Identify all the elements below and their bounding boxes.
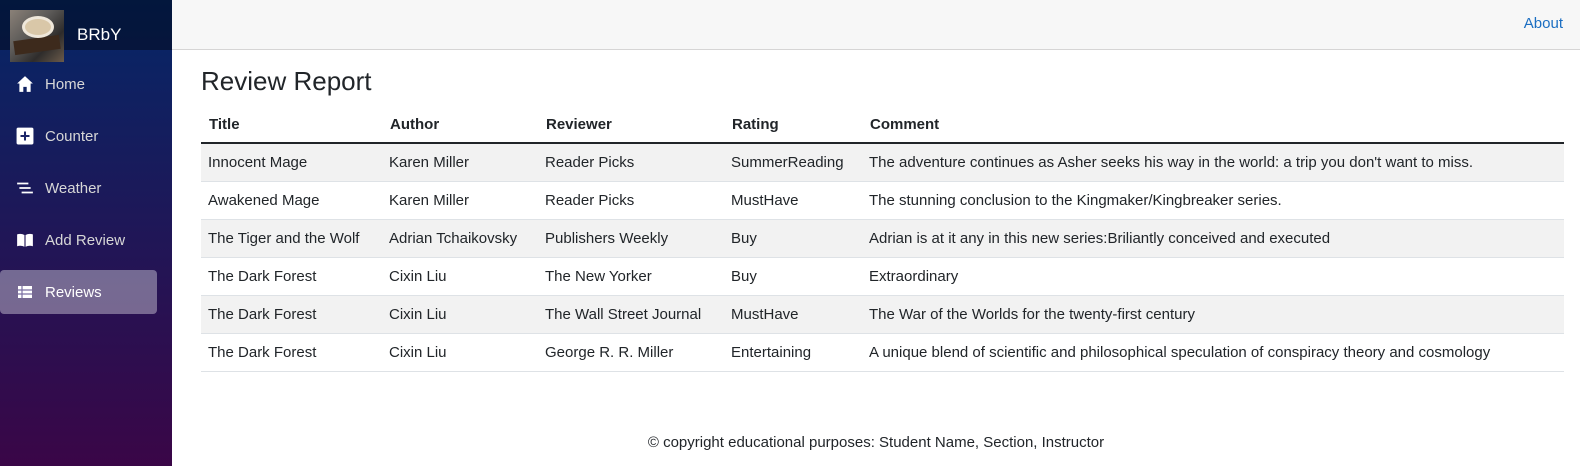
cell-comment: The adventure continues as Asher seeks h…: [862, 143, 1564, 182]
app-root: BRbY Home Counter Weather Add Review Rev…: [0, 0, 1580, 466]
cell-rating: MustHave: [724, 181, 862, 220]
cell-comment: The War of the Worlds for the twenty-fir…: [862, 295, 1564, 334]
cell-reviewer: Reader Picks: [538, 143, 724, 182]
page-title: Review Report: [201, 66, 372, 96]
table-row: Awakened Mage Karen Miller Reader Picks …: [201, 181, 1564, 220]
cell-comment: A unique blend of scientific and philoso…: [862, 333, 1564, 372]
nav-menu: Home Counter Weather Add Review Reviews: [0, 62, 172, 322]
cell-reviewer: The New Yorker: [538, 257, 724, 296]
cell-author: Cixin Liu: [382, 257, 538, 296]
nav-item-label: Add Review: [45, 231, 126, 249]
cell-title: Innocent Mage: [201, 143, 382, 182]
brand-bar: BRbY: [0, 0, 172, 62]
cell-rating: Entertaining: [724, 333, 862, 372]
table-row: The Dark Forest Cixin Liu The Wall Stree…: [201, 295, 1564, 334]
table-header: Title Author Reviewer Rating Comment: [201, 106, 1564, 144]
book-icon: [15, 231, 34, 250]
cell-author: Karen Miller: [382, 143, 538, 182]
column-header-title: Title: [201, 106, 382, 144]
cell-title: The Tiger and the Wolf: [201, 219, 382, 258]
cell-reviewer: Publishers Weekly: [538, 219, 724, 258]
logo-cup-shape: [22, 16, 54, 38]
sidebar: BRbY Home Counter Weather Add Review Rev…: [0, 0, 172, 466]
nav-item-weather[interactable]: Weather: [0, 166, 157, 210]
list-icon: [15, 179, 34, 198]
cell-rating: Buy: [724, 219, 862, 258]
home-icon: [15, 75, 34, 94]
nav-item-counter[interactable]: Counter: [0, 114, 157, 158]
about-link[interactable]: About: [1524, 15, 1563, 32]
reviews-table: Title Author Reviewer Rating Comment Inn…: [201, 106, 1564, 372]
cell-reviewer: George R. R. Miller: [538, 333, 724, 372]
cell-title: The Dark Forest: [201, 257, 382, 296]
main-area: About Review Report Title Author Reviewe…: [172, 0, 1580, 466]
cell-title: The Dark Forest: [201, 295, 382, 334]
nav-item-reviews[interactable]: Reviews: [0, 270, 157, 314]
page-content: Review Report Title Author Reviewer Rati…: [201, 50, 1564, 372]
table-header-row: Title Author Reviewer Rating Comment: [201, 106, 1564, 144]
cell-reviewer: The Wall Street Journal: [538, 295, 724, 334]
cell-reviewer: Reader Picks: [538, 181, 724, 220]
brand-name[interactable]: BRbY: [77, 25, 121, 45]
cell-author: Adrian Tchaikovsky: [382, 219, 538, 258]
cell-rating: SummerReading: [724, 143, 862, 182]
column-header-author: Author: [382, 106, 538, 144]
cell-author: Karen Miller: [382, 181, 538, 220]
table-row: The Dark Forest Cixin Liu The New Yorker…: [201, 257, 1564, 296]
page-footer: © copyright educational purposes: Studen…: [647, 434, 1105, 451]
cell-rating: Buy: [724, 257, 862, 296]
top-row: About: [172, 0, 1580, 50]
nav-item-label: Reviews: [45, 283, 102, 301]
nav-item-home[interactable]: Home: [0, 62, 157, 106]
cell-rating: MustHave: [724, 295, 862, 334]
cell-title: Awakened Mage: [201, 181, 382, 220]
table-row: The Tiger and the Wolf Adrian Tchaikovsk…: [201, 219, 1564, 258]
nav-item-label: Weather: [45, 179, 102, 197]
cell-comment: Extraordinary: [862, 257, 1564, 296]
table-body: Innocent Mage Karen Miller Reader Picks …: [201, 143, 1564, 372]
table-row: Innocent Mage Karen Miller Reader Picks …: [201, 143, 1564, 182]
brand-logo[interactable]: [10, 10, 64, 62]
column-header-reviewer: Reviewer: [538, 106, 724, 144]
cell-author: Cixin Liu: [382, 333, 538, 372]
nav-item-add-review[interactable]: Add Review: [0, 218, 157, 262]
table-icon: [15, 283, 34, 302]
cell-author: Cixin Liu: [382, 295, 538, 334]
cell-comment: The stunning conclusion to the Kingmaker…: [862, 181, 1564, 220]
plus-icon: [15, 127, 34, 146]
column-header-rating: Rating: [724, 106, 862, 144]
cell-title: The Dark Forest: [201, 333, 382, 372]
table-row: The Dark Forest Cixin Liu George R. R. M…: [201, 333, 1564, 372]
nav-item-label: Home: [45, 75, 86, 93]
nav-item-label: Counter: [45, 127, 99, 145]
cell-comment: Adrian is at it any in this new series:B…: [862, 219, 1564, 258]
column-header-comment: Comment: [862, 106, 1564, 144]
